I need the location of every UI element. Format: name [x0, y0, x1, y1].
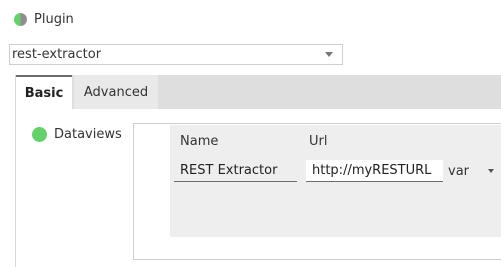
- dataview-url-input[interactable]: [306, 160, 443, 182]
- tab-panel: Basic Advanced Dataviews Name Url var: [15, 75, 501, 267]
- dataview-name-input[interactable]: [174, 160, 297, 182]
- column-header-name: Name: [180, 134, 219, 149]
- plugin-status-icon: [14, 12, 27, 26]
- dataviews-table-body: Name Url var: [170, 125, 501, 237]
- plugin-type-select[interactable]: rest-extractor: [9, 44, 343, 65]
- dataviews-label: Dataviews: [54, 126, 122, 142]
- dataviews-header: Dataviews: [32, 124, 122, 144]
- tab-bar: Basic Advanced: [16, 75, 501, 109]
- dataviews-table: Name Url var: [133, 123, 501, 260]
- plugin-label: Plugin: [34, 11, 74, 27]
- chevron-down-icon: [325, 52, 333, 57]
- plugin-config-form: Plugin rest-extractor Basic Advanced Dat…: [0, 0, 501, 267]
- dataview-type-value: var: [448, 163, 470, 179]
- plugin-type-value: rest-extractor: [12, 47, 102, 62]
- plugin-header: Plugin: [14, 10, 74, 28]
- tab-basic[interactable]: Basic: [16, 75, 72, 109]
- column-header-url: Url: [309, 134, 328, 149]
- green-status-icon: [32, 126, 47, 142]
- dataview-type-select[interactable]: var: [446, 160, 496, 182]
- tab-advanced[interactable]: Advanced: [74, 75, 158, 109]
- chevron-down-icon: [488, 169, 494, 173]
